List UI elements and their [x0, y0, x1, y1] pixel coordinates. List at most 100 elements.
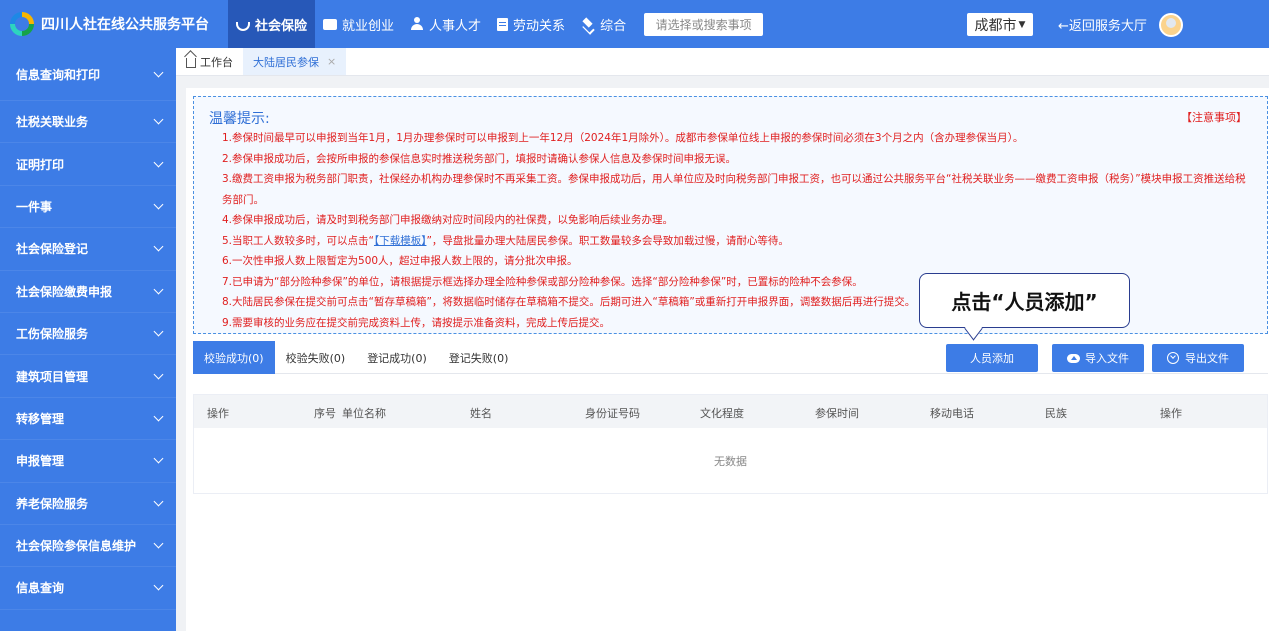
sidebar-item-payment[interactable]: 社会保险缴费申报: [0, 271, 176, 313]
sidebar-item-label: 申报管理: [16, 454, 65, 469]
chevron-down-icon: [153, 114, 164, 125]
table-header: 操作 序号 单位名称 姓名 身份证号码 文化程度 参保时间 移动电话 民族 操作: [194, 395, 1267, 428]
column-header: 序号: [314, 407, 336, 420]
nav-social-insurance[interactable]: 社会保险: [228, 0, 316, 48]
sidebar-item-label: 社会保险登记: [16, 242, 89, 257]
back-to-hall-link[interactable]: ←返回服务大厅: [1058, 15, 1147, 34]
column-header: 姓名: [470, 407, 492, 420]
column-header: 移动电话: [930, 407, 974, 420]
chevron-down-icon: [153, 538, 164, 549]
add-person-button[interactable]: 人员添加: [946, 344, 1038, 372]
sidebar-item-label: 工伤保险服务: [16, 327, 89, 342]
nav-label: 劳动关系: [513, 18, 566, 34]
main-content: 温馨提示: 【注意事项】 1.参保时间最早可以申报到当年1月，1月办理参保时可以…: [186, 88, 1269, 631]
tab-label: 工作台: [200, 55, 233, 69]
sidebar-item-pension[interactable]: 养老保险服务: [0, 483, 176, 525]
notice-item: 1.参保时间最早可以申报到当年1月，1月办理参保时可以申报到上一年12月（202…: [222, 132, 1024, 144]
empty-state: 无数据: [714, 455, 747, 468]
sidebar-item-maintenance[interactable]: 社会保险参保信息维护: [0, 525, 176, 568]
city-select[interactable]: 成都市 ▼: [967, 13, 1033, 36]
sidebar-item-label: 建筑项目管理: [16, 369, 89, 384]
notice-item: 3.缴费工资申报为税务部门职责，社保经办机构办理参保时不再采集工资。参保申报成功…: [222, 173, 1246, 206]
column-header: 民族: [1045, 407, 1067, 420]
sidebar-item-tax[interactable]: 社税关联业务: [0, 101, 176, 144]
notice-item: 2.参保申报成功后，会按所申报的参保信息实时推送税务部门，填报时请确认参保人信息…: [222, 152, 737, 165]
chevron-down-icon: [153, 411, 164, 422]
button-label: 人员添加: [970, 352, 1014, 365]
sidebar-item-label: 社会保险参保信息维护: [16, 539, 137, 554]
column-header: 身份证号码: [585, 407, 640, 420]
sidebar-item-transfer[interactable]: 转移管理: [0, 398, 176, 441]
chevron-down-icon: [153, 369, 164, 379]
sidebar-item-construction[interactable]: 建筑项目管理: [0, 355, 176, 398]
chevron-down-icon: [153, 581, 164, 591]
notice-item: 6.一次性申报人数上限暂定为500人，超过申报人数上限的，请分批次申报。: [222, 255, 578, 267]
instruction-callout: 点击“人员添加”: [919, 273, 1130, 328]
sidebar: 信息查询和打印 社税关联业务 证明打印 一件事 社会保险登记 社会保险缴费申报 …: [0, 48, 176, 631]
tab-verify-failed[interactable]: 校验失败(0): [275, 341, 357, 374]
close-icon[interactable]: ×: [327, 55, 336, 68]
hand-heart-icon: [236, 21, 250, 31]
chevron-down-icon: [153, 67, 164, 77]
notice-item-download: 5.当职工人数较多时，可以点击“【下载模板】”，导盘批量办理大陆居民参保。职工数…: [222, 231, 1252, 252]
sidebar-item-label: 转移管理: [16, 411, 65, 426]
download-circle-icon: [1167, 352, 1179, 364]
tab-verify-success[interactable]: 校验成功(0): [193, 341, 275, 374]
button-label: 导入文件: [1085, 352, 1129, 365]
column-header: 单位名称: [342, 407, 386, 420]
chevron-down-icon: [153, 157, 164, 168]
tab-label: 大陆居民参保: [253, 55, 319, 69]
chevron-down-icon: [153, 284, 164, 295]
column-header: 参保时间: [815, 407, 859, 420]
notice-title: 温馨提示:: [209, 111, 270, 127]
chevron-down-icon: [153, 199, 164, 210]
sidebar-item-label: 社税关联业务: [16, 115, 89, 130]
logo-icon: [10, 12, 34, 36]
column-header: 操作: [207, 407, 229, 420]
sidebar-item-label: 社会保险缴费申报: [16, 284, 113, 299]
sidebar-item-one-thing[interactable]: 一件事: [0, 186, 176, 229]
download-template-link[interactable]: 【下载模板】: [374, 235, 427, 247]
city-label: 成都市: [974, 17, 1017, 34]
logo[interactable]: 四川人社在线公共服务平台: [0, 12, 228, 36]
cloud-upload-icon: [1067, 353, 1080, 363]
sidebar-item-certificate[interactable]: 证明打印: [0, 143, 176, 186]
tab-mainland-residents[interactable]: 大陆居民参保 ×: [243, 48, 347, 75]
import-file-button[interactable]: 导入文件: [1052, 344, 1144, 372]
tab-workbench[interactable]: 工作台: [176, 48, 243, 75]
search-input[interactable]: 请选择或搜索事项: [644, 12, 764, 36]
notice-item: 4.参保申报成功后，请及时到税务部门申报缴纳对应时间段内的社保费，以免影响后续业…: [222, 214, 674, 226]
caret-down-icon: ▼: [1018, 19, 1026, 30]
logo-text: 四川人社在线公共服务平台: [41, 17, 209, 33]
button-label: 导出文件: [1185, 352, 1229, 365]
nav-label: 人事人才: [429, 18, 482, 34]
nav-employment[interactable]: 就业创业: [315, 0, 402, 48]
sidebar-item-label: 信息查询和打印: [16, 67, 101, 82]
sidebar-item-injury[interactable]: 工伤保险服务: [0, 313, 176, 356]
notice-text: 5.当职工人数较多时，可以点击“: [222, 234, 374, 247]
tab-register-failed[interactable]: 登记失败(0): [438, 341, 520, 374]
nav-general[interactable]: 综合: [573, 0, 634, 48]
nav-labor-relations[interactable]: 劳动关系: [489, 0, 573, 48]
column-header: 操作: [1160, 407, 1182, 420]
nav-label: 就业创业: [342, 18, 395, 34]
sidebar-item-info-print[interactable]: 信息查询和打印: [0, 48, 176, 101]
sidebar-item-label: 证明打印: [16, 157, 65, 172]
notice-text: ”，导盘批量办理大陆居民参保。职工数量较多会导致加载过慢，请耐心等待。: [426, 234, 789, 247]
sidebar-item-registration[interactable]: 社会保险登记: [0, 228, 176, 271]
nav-label: 综合: [600, 18, 627, 34]
sidebar-item-label: 养老保险服务: [16, 496, 89, 511]
nav-personnel[interactable]: 人事人才: [402, 0, 489, 48]
sidebar-item-declaration[interactable]: 申报管理: [0, 440, 176, 483]
column-header: 文化程度: [700, 407, 744, 420]
export-file-button[interactable]: 导出文件: [1152, 344, 1244, 372]
sidebar-item-info-query[interactable]: 信息查询: [0, 567, 176, 610]
personnel-table: 操作 序号 单位名称 姓名 身份证号码 文化程度 参保时间 移动电话 民族 操作…: [193, 394, 1268, 494]
avatar[interactable]: [1159, 13, 1183, 37]
briefcase-icon: [323, 18, 338, 30]
chevron-down-icon: [153, 496, 164, 507]
sidebar-item-label: 信息查询: [16, 581, 65, 596]
tab-register-success[interactable]: 登记成功(0): [356, 341, 438, 374]
home-icon: [186, 58, 196, 68]
notes-link[interactable]: 【注意事项】: [1181, 109, 1247, 125]
